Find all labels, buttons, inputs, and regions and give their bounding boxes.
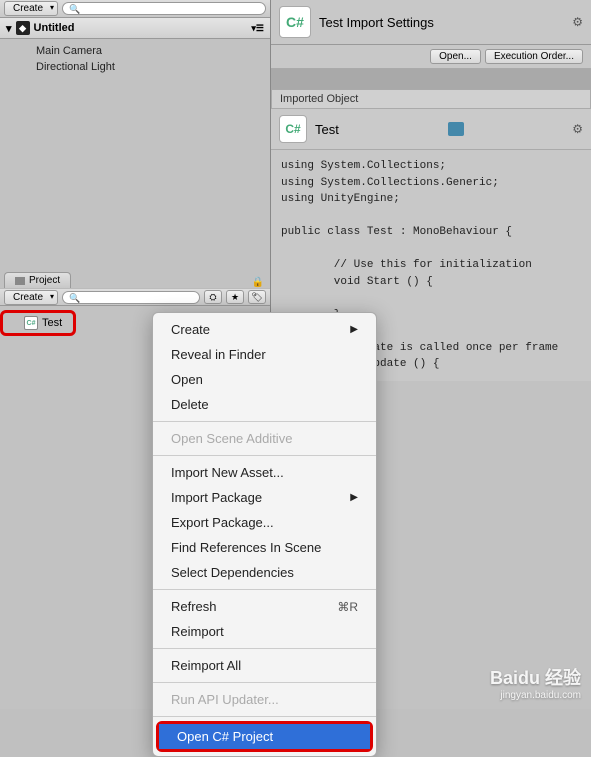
menu-separator [153, 421, 376, 422]
project-tab-label: Project [29, 275, 60, 286]
project-create-button[interactable]: Create [4, 290, 58, 305]
menu-open-scene-additive: Open Scene Additive [153, 426, 376, 451]
folder-icon [15, 277, 25, 285]
menu-separator [153, 589, 376, 590]
menu-open-csharp-project[interactable]: Open C# Project [159, 724, 370, 749]
label-icon[interactable]: 🏷 [248, 290, 266, 304]
script-row: C# Test ⚙ [271, 109, 591, 150]
search-icon: 🔍 [69, 293, 80, 303]
scene-title: Untitled [34, 22, 75, 34]
menu-reimport-all[interactable]: Reimport All [153, 653, 376, 678]
unity-logo-icon: ◆ [16, 21, 30, 35]
csharp-icon: C# [24, 316, 38, 330]
foldout-icon: ▾ [6, 22, 12, 35]
menu-open[interactable]: Open [153, 367, 376, 392]
gear-icon[interactable]: ⚙ [572, 15, 583, 29]
highlight-box: C# Test [0, 310, 76, 336]
watermark-url: jingyan.baidu.com [490, 690, 581, 701]
menu-separator [153, 716, 376, 717]
execution-order-button[interactable]: Execution Order... [485, 49, 583, 64]
watermark: Baidu 经验 jingyan.baidu.com [490, 664, 581, 701]
hierarchy-item[interactable]: Directional Light [0, 59, 270, 75]
scene-menu-icon[interactable]: ▾☰ [251, 23, 264, 34]
asset-item[interactable]: C# Test [4, 314, 70, 332]
hierarchy-toolbar: Create 🔍 [0, 0, 270, 18]
project-toolbar: Create 🔍 ⛭ ★ 🏷 [0, 288, 270, 306]
menu-refresh[interactable]: Refresh⌘R [153, 594, 376, 619]
inspector-header: C# Test Import Settings ⚙ [271, 0, 591, 45]
gear-icon[interactable]: ⚙ [572, 122, 583, 136]
submenu-arrow-icon: ▶ [350, 492, 358, 503]
help-icon[interactable] [448, 122, 464, 136]
menu-separator [153, 682, 376, 683]
filter-icon[interactable]: ⛭ [204, 290, 222, 304]
search-icon: 🔍 [69, 4, 80, 14]
shortcut-label: ⌘R [337, 600, 358, 614]
imported-object-header: Imported Object [271, 89, 591, 109]
menu-select-dependencies[interactable]: Select Dependencies [153, 560, 376, 585]
favorite-icon[interactable]: ★ [226, 290, 244, 304]
asset-name: Test [42, 317, 62, 329]
scene-header[interactable]: ▾ ◆ Untitled ▾☰ [0, 18, 270, 39]
menu-reimport[interactable]: Reimport [153, 619, 376, 644]
script-name: Test [315, 122, 339, 137]
highlight-box: Open C# Project [156, 721, 373, 752]
project-search[interactable]: 🔍 [62, 291, 200, 304]
watermark-brand: Baidu 经验 [490, 664, 581, 690]
open-button[interactable]: Open... [430, 49, 481, 64]
menu-run-api-updater: Run API Updater... [153, 687, 376, 712]
menu-separator [153, 455, 376, 456]
submenu-arrow-icon: ▶ [350, 324, 358, 335]
menu-reveal-finder[interactable]: Reveal in Finder [153, 342, 376, 367]
hierarchy-item[interactable]: Main Camera [0, 43, 270, 59]
menu-create[interactable]: Create▶ [153, 317, 376, 342]
csharp-icon: C# [279, 6, 311, 38]
menu-import-asset[interactable]: Import New Asset... [153, 460, 376, 485]
hierarchy-body: Main Camera Directional Light [0, 39, 270, 79]
csharp-icon: C# [279, 115, 307, 143]
project-tab[interactable]: Project [4, 272, 71, 288]
menu-separator [153, 648, 376, 649]
lock-icon[interactable]: 🔒 [252, 277, 264, 288]
menu-delete[interactable]: Delete [153, 392, 376, 417]
menu-find-references[interactable]: Find References In Scene [153, 535, 376, 560]
hierarchy-search[interactable]: 🔍 [62, 2, 266, 15]
context-menu: Create▶ Reveal in Finder Open Delete Ope… [152, 312, 377, 757]
menu-import-package[interactable]: Import Package▶ [153, 485, 376, 510]
menu-export-package[interactable]: Export Package... [153, 510, 376, 535]
inspector-title: Test Import Settings [319, 15, 434, 30]
create-button[interactable]: Create [4, 1, 58, 16]
inspector-buttons: Open... Execution Order... [271, 45, 591, 69]
